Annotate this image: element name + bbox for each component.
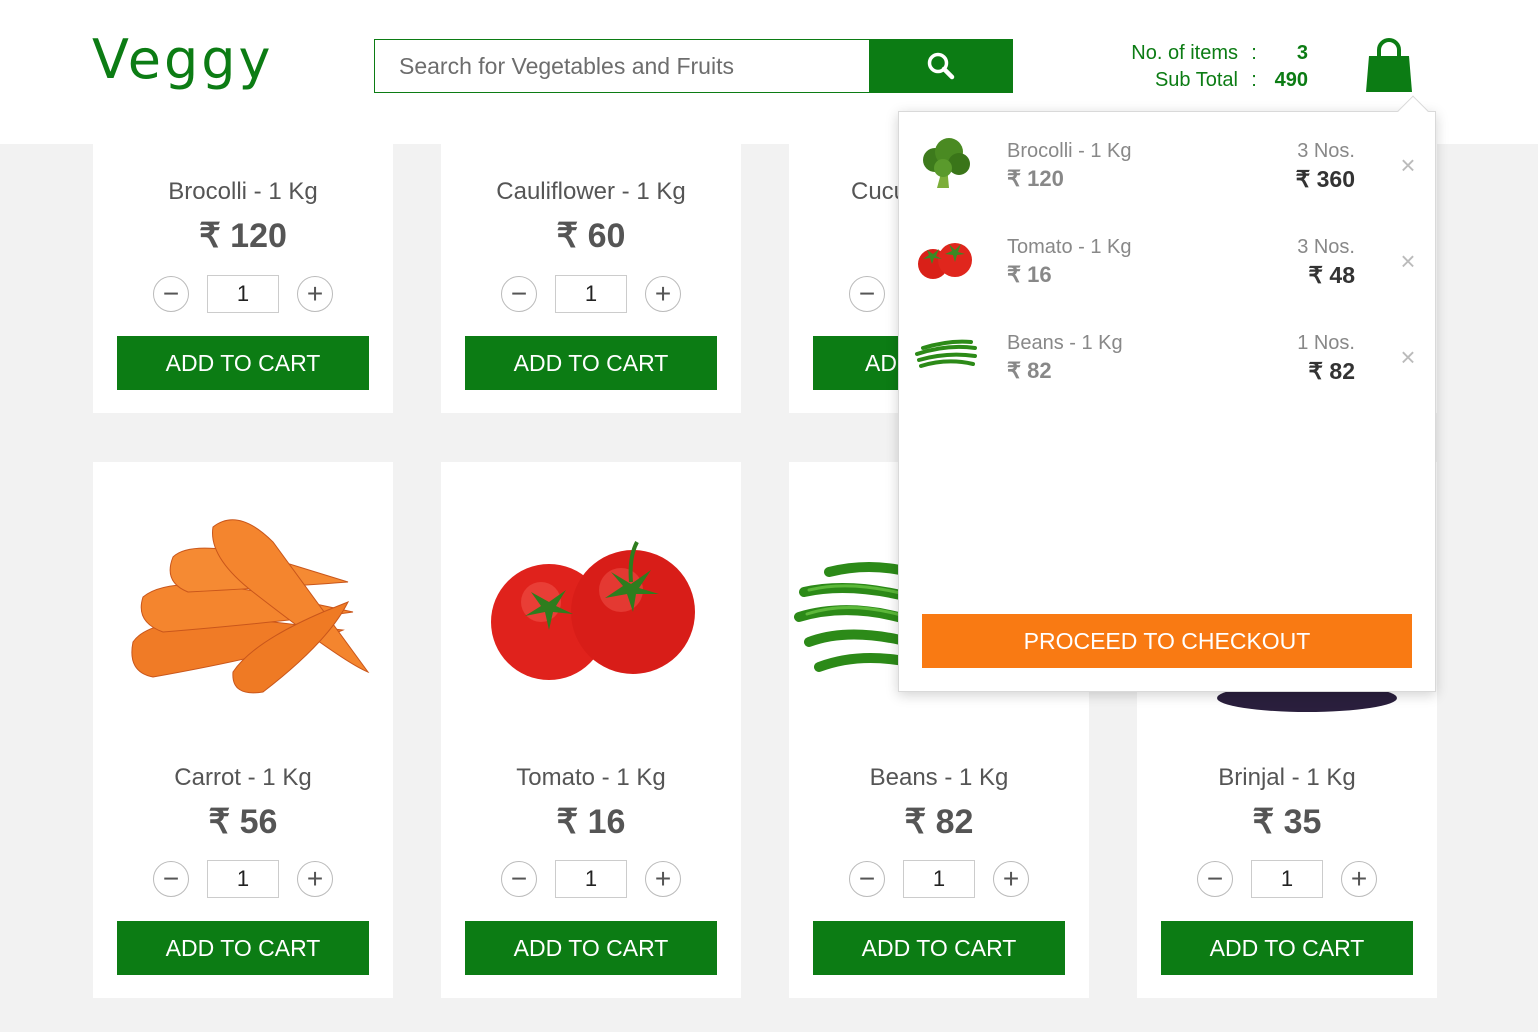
shopping-bag-icon [1366,38,1412,92]
product-price: ₹ 35 [1252,803,1322,841]
product-name: Carrot - 1 Kg [174,764,312,791]
search-icon [927,52,955,80]
cart-item: Beans - 1 Kg ₹ 82 1 Nos. ₹ 82 × [899,310,1437,400]
quantity-stepper: − + [153,860,333,898]
cart-item-amount: ₹ 360 [1295,166,1355,192]
product-price: ₹ 16 [556,803,626,841]
cart-count-colon: : [1251,42,1257,64]
cart-preview-popup: Brocolli - 1 Kg ₹ 120 3 Nos. ₹ 360 × Tom… [898,111,1436,692]
product-name: Beans - 1 Kg [869,764,1009,791]
proceed-to-checkout-button[interactable]: PROCEED TO CHECKOUT [922,614,1412,668]
increment-button[interactable]: + [645,276,681,312]
tomato-image [441,462,741,742]
beans-thumbnail [913,324,979,384]
decrement-button[interactable]: − [501,276,537,312]
product-name: Cauliflower - 1 Kg [496,178,686,205]
search-button[interactable] [869,39,1013,93]
subtotal-value: 490 [1274,69,1308,91]
cart-count-label: No. of items [1131,42,1238,64]
quantity-stepper: − + [501,860,681,898]
add-to-cart-button[interactable]: ADD TO CART [1161,921,1413,975]
quantity-input[interactable] [555,275,627,313]
product-name: Brocolli - 1 Kg [168,178,318,205]
product-card: Carrot - 1 Kg ₹ 56 − + ADD TO CART [93,462,393,998]
remove-item-icon[interactable]: × [1397,344,1419,370]
decrement-button[interactable]: − [501,861,537,897]
decrement-button[interactable]: − [849,276,885,312]
quantity-input[interactable] [555,860,627,898]
add-to-cart-button[interactable]: ADD TO CART [465,336,717,390]
cart-item-amount: ₹ 82 [1308,358,1355,384]
increment-button[interactable]: + [1341,861,1377,897]
quantity-input[interactable] [1251,860,1323,898]
search-input[interactable] [374,39,869,93]
decrement-button[interactable]: − [1197,861,1233,897]
product-price: ₹ 120 [199,217,287,255]
add-to-cart-button[interactable]: ADD TO CART [117,921,369,975]
add-to-cart-button[interactable]: ADD TO CART [117,336,369,390]
add-to-cart-button[interactable]: ADD TO CART [813,921,1065,975]
search-bar [374,39,1013,93]
broccoli-thumbnail [913,132,979,192]
increment-button[interactable]: + [993,861,1029,897]
cart-count-value: 3 [1296,42,1308,64]
quantity-stepper: − + [849,860,1029,898]
remove-item-icon[interactable]: × [1397,152,1419,178]
product-price: ₹ 56 [208,803,278,841]
cart-item-price: ₹ 120 [1007,166,1064,191]
cart-bag-button[interactable] [1364,38,1414,94]
subtotal-colon: : [1251,69,1257,91]
increment-button[interactable]: + [297,861,333,897]
carrot-image [93,462,393,742]
product-price: ₹ 82 [904,803,974,841]
increment-button[interactable]: + [297,276,333,312]
cart-item-name: Beans - 1 Kg [1007,332,1123,354]
quantity-input[interactable] [903,860,975,898]
product-price: ₹ 60 [556,217,626,255]
cart-summary: No. of items : 3 Sub Total : 490 [1110,40,1310,94]
quantity-stepper: − + [501,275,681,313]
cart-item-qty: 1 Nos. [1297,332,1355,354]
quantity-stepper: − + [1197,860,1377,898]
cart-item: Tomato - 1 Kg ₹ 16 3 Nos. ₹ 48 × [899,214,1437,304]
cart-item-price: ₹ 82 [1007,358,1052,383]
increment-button[interactable]: + [645,861,681,897]
tomato-thumbnail [913,228,979,288]
quantity-input[interactable] [207,860,279,898]
cart-item-name: Brocolli - 1 Kg [1007,140,1132,162]
product-card: Tomato - 1 Kg ₹ 16 − + ADD TO CART [441,462,741,998]
subtotal-label: Sub Total [1154,69,1238,91]
quantity-stepper: − + [153,275,333,313]
cart-item: Brocolli - 1 Kg ₹ 120 3 Nos. ₹ 360 × [899,118,1437,208]
cart-item-qty: 3 Nos. [1297,236,1355,258]
cart-item-amount: ₹ 48 [1308,262,1355,288]
add-to-cart-button[interactable]: ADD TO CART [465,921,717,975]
product-name: Tomato - 1 Kg [516,764,666,791]
decrement-button[interactable]: − [153,861,189,897]
cart-item-name: Tomato - 1 Kg [1007,236,1132,258]
product-name: Brinjal - 1 Kg [1218,764,1356,791]
cart-item-qty: 3 Nos. [1297,140,1355,162]
remove-item-icon[interactable]: × [1397,248,1419,274]
quantity-input[interactable] [207,275,279,313]
cart-item-price: ₹ 16 [1007,262,1052,287]
decrement-button[interactable]: − [849,861,885,897]
decrement-button[interactable]: − [153,276,189,312]
logo[interactable]: Veggy [92,28,273,91]
